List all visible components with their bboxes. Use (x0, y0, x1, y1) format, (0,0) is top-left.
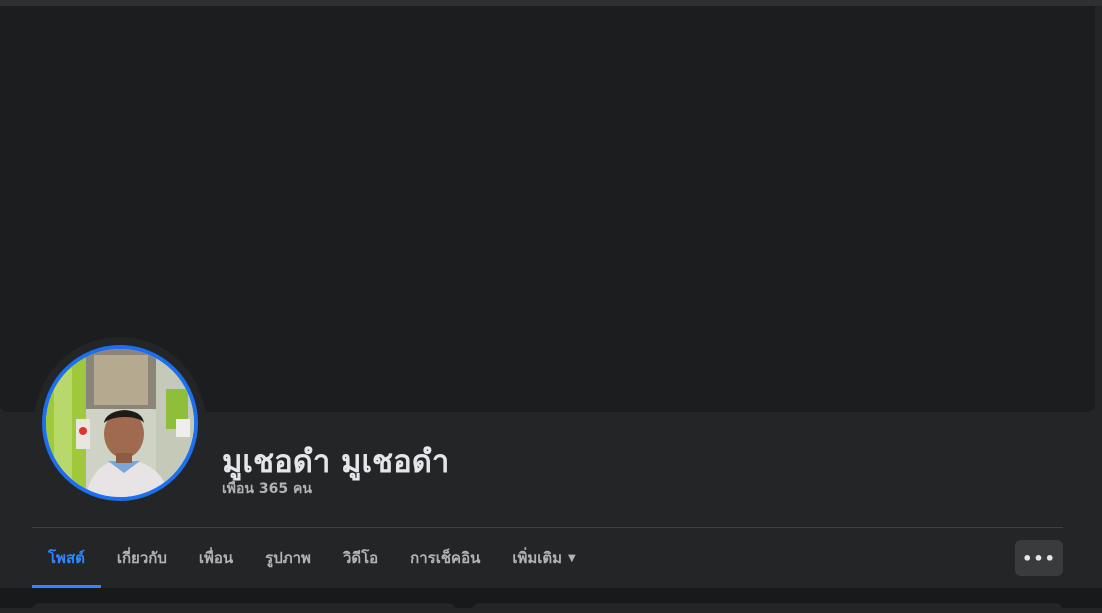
tab-about[interactable]: เกี่ยวกับ (101, 528, 183, 588)
profile-tabs: โพสต์ เกี่ยวกับ เพื่อน รูปภาพ วิดีโอ การ… (32, 528, 592, 588)
tab-posts[interactable]: โพสต์ (32, 528, 101, 588)
tab-label: เกี่ยวกับ (116, 549, 167, 567)
scroll-gutter (1095, 6, 1102, 412)
avatar[interactable] (42, 345, 198, 501)
tab-more[interactable]: เพิ่มเติม ▼ (496, 528, 591, 588)
avatar-photo (46, 349, 194, 497)
post-composer-card (472, 603, 1063, 613)
tab-label: โพสต์ (48, 549, 85, 567)
friends-count[interactable]: เพื่อน 365 คน (222, 478, 312, 500)
tab-label: การเช็คอิน (410, 549, 481, 567)
more-horizontal-icon: ••• (1022, 548, 1056, 568)
tab-checkins[interactable]: การเช็คอิน (394, 528, 496, 588)
tab-photos[interactable]: รูปภาพ (249, 528, 327, 588)
tab-label: วิดีโอ (342, 549, 379, 567)
profile-picture[interactable] (34, 337, 206, 509)
tab-label: เพิ่มเติม (512, 549, 563, 567)
tab-friends[interactable]: เพื่อน (183, 528, 249, 588)
tab-label: รูปภาพ (265, 549, 311, 567)
caret-down-icon: ▼ (568, 552, 576, 564)
tab-videos[interactable]: วิดีโอ (327, 528, 394, 588)
tab-label: เพื่อน (198, 549, 234, 567)
more-options-button[interactable]: ••• (1015, 540, 1063, 576)
intro-card (32, 603, 456, 613)
